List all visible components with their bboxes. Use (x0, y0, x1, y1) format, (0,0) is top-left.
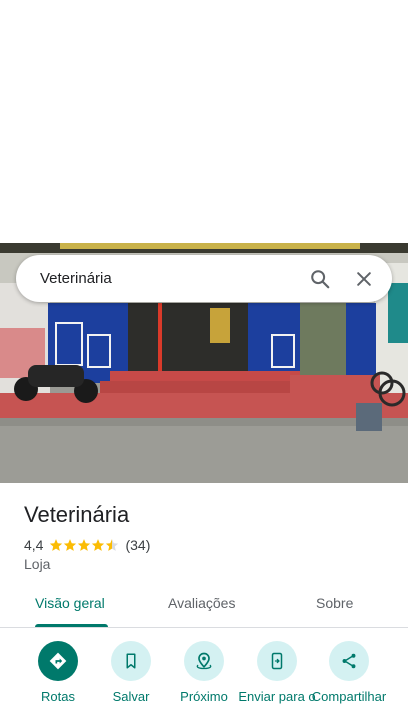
save-button[interactable]: Salvar (93, 641, 169, 704)
star-full-icon (64, 539, 77, 551)
directions-icon (38, 641, 78, 681)
search-bar[interactable]: Veterinária (16, 255, 392, 302)
share-label: Compartilhar (311, 689, 387, 704)
search-input[interactable]: Veterinária (40, 270, 298, 287)
action-bar: Rotas Salvar Próximo Enviar para o Compa (0, 641, 408, 726)
map-area-blank (0, 0, 408, 243)
rating-stars (49, 538, 119, 552)
star-full-icon (92, 539, 105, 551)
place-title: Veterinária (24, 502, 130, 527)
bookmark-icon (111, 641, 151, 681)
star-half-icon (106, 539, 119, 551)
star-full-icon (78, 539, 91, 551)
rating-row[interactable]: 4,4 (34) (24, 535, 150, 555)
directions-button[interactable]: Rotas (20, 641, 96, 704)
place-info-panel: Veterinária 4,4 (34) Loja Visão geral Av… (0, 483, 408, 726)
send-to-phone-icon (257, 641, 297, 681)
nearby-label: Próximo (180, 689, 228, 704)
search-icon[interactable] (298, 257, 342, 301)
send-to-phone-button[interactable]: Enviar para o (238, 641, 316, 704)
tab-overview[interactable]: Visão geral (35, 595, 105, 611)
place-category: Loja (24, 556, 51, 572)
active-tab-indicator (35, 624, 108, 627)
tab-about[interactable]: Sobre (316, 595, 353, 611)
review-count: (34) (125, 537, 151, 553)
close-icon[interactable] (342, 257, 386, 301)
nearby-button[interactable]: Próximo (166, 641, 242, 704)
share-icon (329, 641, 369, 681)
directions-label: Rotas (41, 689, 75, 704)
share-button[interactable]: Compartilhar (311, 641, 387, 704)
star-full-icon (50, 539, 63, 551)
tab-reviews[interactable]: Avaliações (168, 595, 235, 611)
send-to-phone-label: Enviar para o (238, 689, 316, 704)
nearby-icon (184, 641, 224, 681)
tab-bar: Visão geral Avaliações Sobre (0, 581, 408, 628)
save-label: Salvar (112, 689, 150, 704)
rating-value: 4,4 (24, 537, 44, 553)
